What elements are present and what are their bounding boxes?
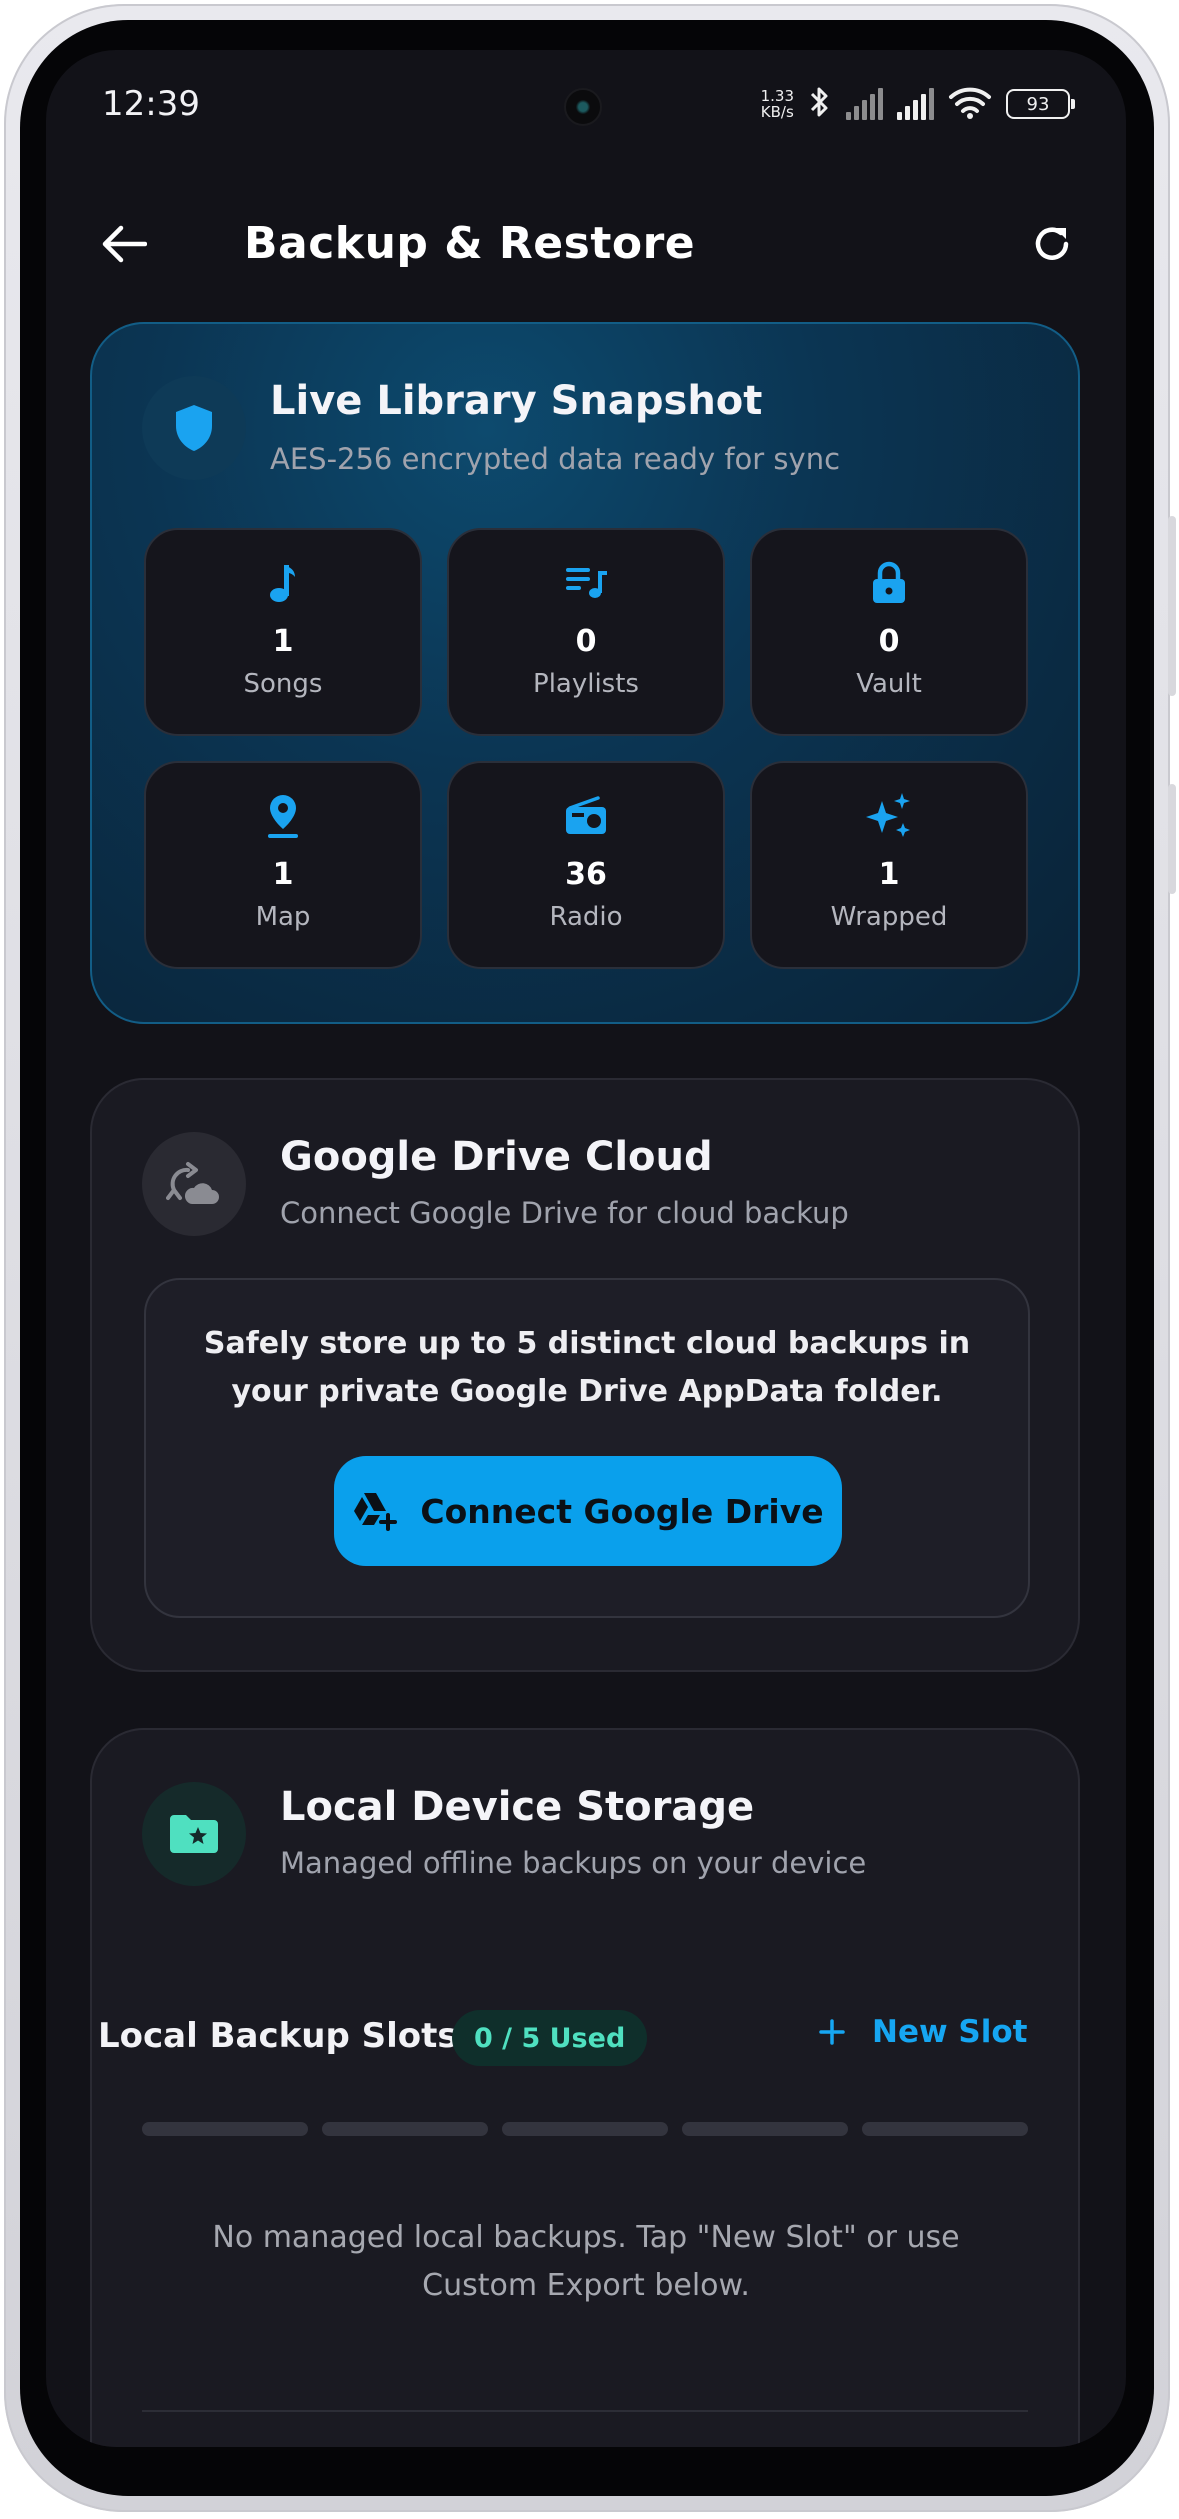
stat-value: 0 [575,624,597,659]
new-slot-button[interactable]: New Slot [818,2014,1027,2050]
stat-value: 1 [272,857,294,892]
stat-value: 1 [272,624,294,659]
drive-info-box: Safely store up to 5 distinct cloud back… [144,1278,1030,1618]
status-icons: 1.33 KB/s 93 [761,84,1075,124]
folder-star-icon [170,1815,218,1853]
drive-icon-badge [142,1132,246,1236]
connect-google-drive-button[interactable]: Connect Google Drive [334,1456,842,1566]
stat-value: 36 [565,857,607,892]
plus-icon [819,2019,845,2045]
local-device-storage-card: Local Device Storage Managed offline bac… [90,1728,1080,2447]
slot-bar [682,2122,848,2136]
page-title: Backup & Restore [244,218,696,269]
local-backup-slots-label: Local Backup Slots [98,2016,458,2056]
snapshot-icon-badge [142,376,246,480]
lock-icon [871,560,907,606]
network-speed: 1.33 KB/s [761,88,794,120]
wifi-icon [948,85,992,123]
empty-backups-message: No managed local backups. Tap "New Slot"… [212,2220,960,2303]
power-button [1168,784,1176,894]
live-library-snapshot-card: Live Library Snapshot AES-256 encrypted … [90,322,1080,1024]
snapshot-subtitle: AES-256 encrypted data ready for sync [270,442,841,476]
front-camera [564,88,602,126]
back-button[interactable] [96,216,152,272]
stat-value: 1 [878,857,900,892]
new-slot-label: New Slot [872,2014,1028,2050]
slots-used-badge: 0 / 5 Used [452,2010,648,2066]
stat-label: Playlists [533,669,639,699]
stat-label: Map [255,902,311,932]
local-subtitle: Managed offline backups on your device [280,1846,867,1880]
drive-description: Safely store up to 5 distinct cloud back… [203,1326,971,1409]
stat-label: Vault [856,669,922,699]
connect-button-label: Connect Google Drive [420,1491,824,1531]
playlist-icon [564,560,608,606]
sparkles-icon [866,793,912,839]
stat-tile-radio[interactable]: 36 Radio [447,761,725,969]
app-bar: Backup & Restore [46,198,1126,278]
signal-strength-icon [897,88,934,120]
app-screen: 12:39 1.33 KB/s 93 Backup & Restore Live… [46,50,1126,2447]
stat-value: 0 [878,624,900,659]
section-divider [142,2410,1028,2412]
stat-tile-map[interactable]: 1 Map [144,761,422,969]
stat-tile-songs[interactable]: 1 Songs [144,528,422,736]
drive-subtitle: Connect Google Drive for cloud backup [280,1196,849,1230]
battery-level: 93 [1026,93,1050,115]
stat-label: Radio [549,902,623,932]
slot-bar [142,2122,308,2136]
local-title: Local Device Storage [280,1784,755,1830]
volume-button [1168,516,1176,696]
bluetooth-icon [808,84,832,124]
google-drive-card: Google Drive Cloud Connect Google Drive … [90,1078,1080,1672]
refresh-icon [1035,227,1069,260]
refresh-button[interactable] [1024,216,1080,272]
stat-tile-wrapped[interactable]: 1 Wrapped [750,761,1028,969]
arrow-left-icon [102,225,147,263]
stat-label: Songs [243,669,323,699]
local-icon-badge [142,1782,246,1886]
music-note-icon [268,560,298,606]
stat-tile-vault[interactable]: 0 Vault [750,528,1028,736]
cloud-sync-icon [166,1162,219,1204]
signal-strength-icon [846,88,883,120]
stat-label: Wrapped [830,902,948,932]
drive-add-icon [354,1493,398,1531]
snapshot-title: Live Library Snapshot [270,378,763,424]
battery-icon: 93 [1006,89,1075,119]
network-speed-unit: KB/s [760,103,794,121]
shield-icon [176,405,212,451]
slot-bar [862,2122,1028,2136]
drive-title: Google Drive Cloud [280,1134,713,1180]
slot-bar [502,2122,668,2136]
location-pin-icon [266,793,300,839]
slot-bar [322,2122,488,2136]
stat-tile-playlists[interactable]: 0 Playlists [447,528,725,736]
status-bar: 12:39 1.33 KB/s 93 [46,50,1126,160]
status-time: 12:39 [102,84,200,124]
network-speed-value: 1.33 [760,87,794,105]
radio-icon [564,793,608,839]
slot-usage-bars [142,2122,1028,2136]
